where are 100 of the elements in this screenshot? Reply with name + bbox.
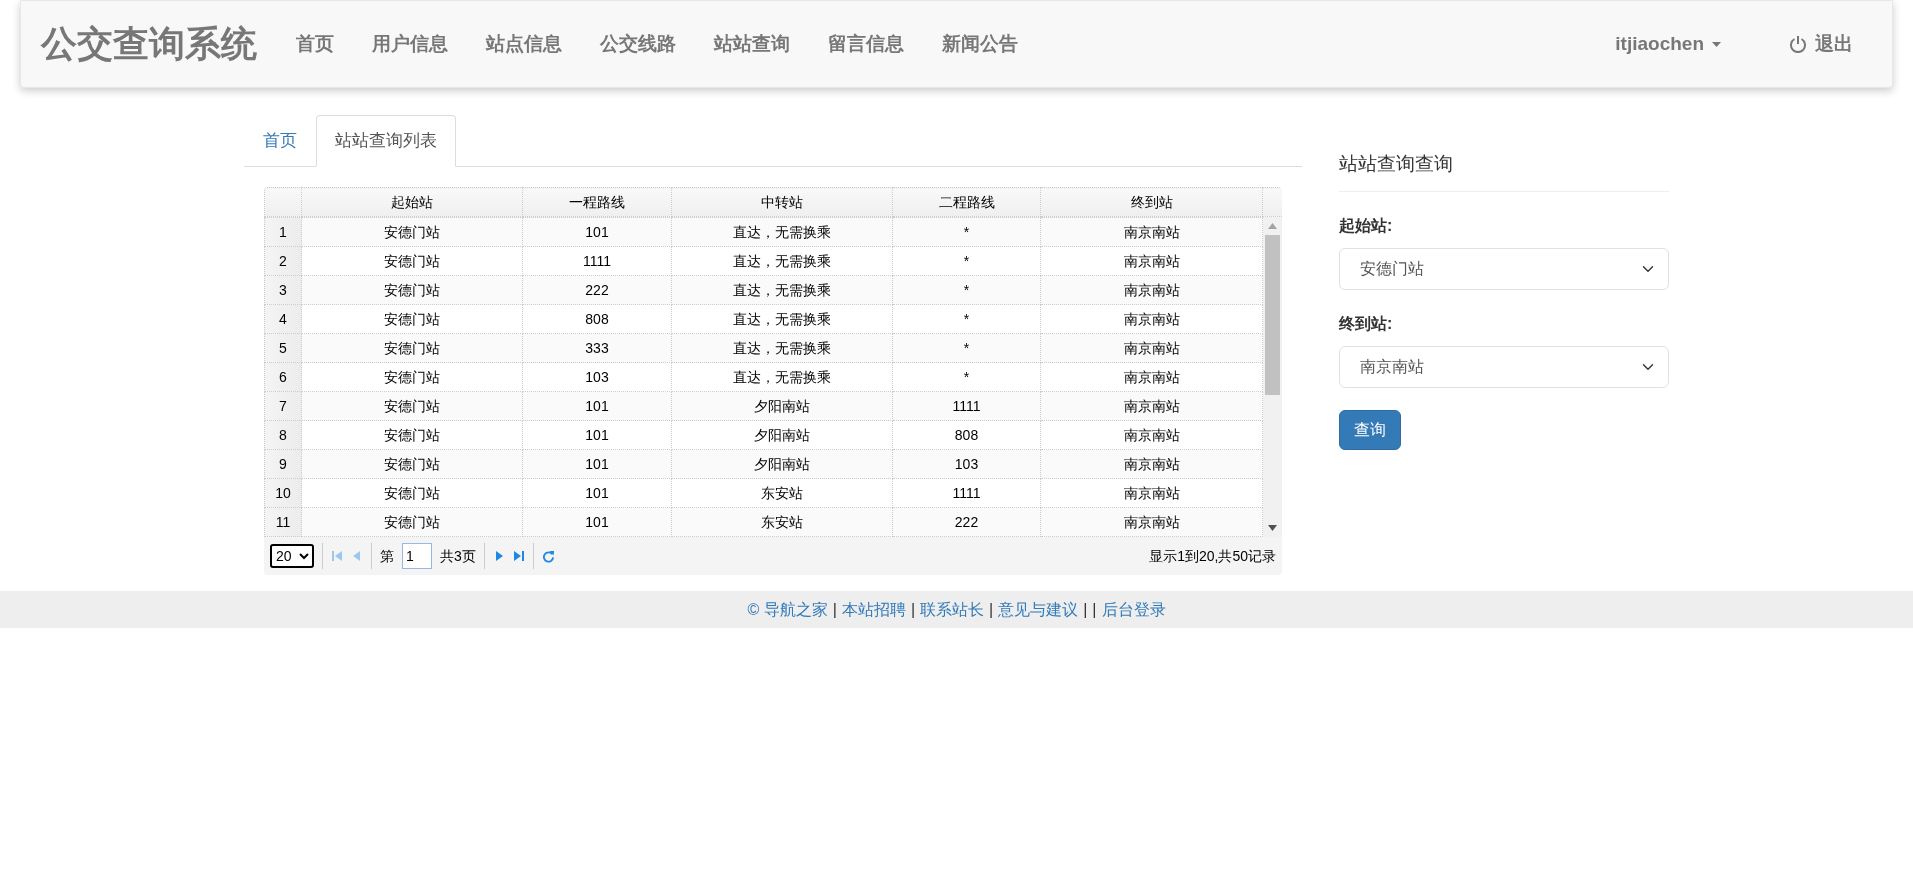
table-cell: 南京南站 — [1040, 304, 1263, 334]
nav-link[interactable]: 公交线路 — [581, 21, 695, 67]
column-header[interactable]: 二程路线 — [892, 187, 1041, 217]
table-cell: 东安站 — [671, 478, 893, 508]
table-cell: 南京南站 — [1040, 478, 1263, 508]
query-button[interactable]: 查询 — [1339, 409, 1401, 450]
nav-link[interactable]: 留言信息 — [809, 21, 923, 67]
table-cell: 南京南站 — [1040, 507, 1263, 537]
table-cell: 南京南站 — [1040, 246, 1263, 276]
footer-link[interactable]: © 导航之家 — [747, 597, 828, 622]
footer-link[interactable]: 意见与建议 — [998, 597, 1079, 622]
table-cell: * — [892, 246, 1041, 276]
table-cell: 安德门站 — [301, 420, 523, 450]
table-cell: 安德门站 — [301, 478, 523, 508]
table-cell: 103 — [892, 449, 1041, 479]
table-cell: 直达，无需换乘 — [671, 304, 893, 334]
table-cell: 101 — [522, 449, 672, 479]
page-label: 第 — [380, 546, 394, 566]
table-cell: * — [892, 333, 1041, 363]
tab[interactable]: 首页 — [244, 115, 316, 167]
table-cell: 808 — [892, 420, 1041, 450]
table-cell: 夕阳南站 — [671, 449, 893, 479]
table-cell: 南京南站 — [1040, 449, 1263, 479]
table-cell: 直达，无需换乘 — [671, 246, 893, 276]
table-cell: 安德门站 — [301, 304, 523, 334]
user-menu[interactable]: itjiaochen — [1596, 21, 1740, 67]
table-cell: 夕阳南站 — [671, 391, 893, 421]
row-number: 6 — [264, 362, 302, 392]
table-cell: 南京南站 — [1040, 362, 1263, 392]
logout-link[interactable]: 退出 — [1770, 21, 1872, 67]
table-cell: 333 — [522, 333, 672, 363]
row-number: 3 — [264, 275, 302, 305]
separator-text: | — [989, 599, 994, 620]
table-cell: 103 — [522, 362, 672, 392]
table-cell: * — [892, 304, 1041, 334]
table-cell: 222 — [892, 507, 1041, 537]
nav-link[interactable]: 首页 — [277, 21, 353, 67]
table-cell: 安德门站 — [301, 217, 523, 247]
column-header[interactable]: 中转站 — [671, 187, 893, 217]
nav-link[interactable]: 站点信息 — [467, 21, 581, 67]
table-cell: * — [892, 217, 1041, 247]
table-cell: 安德门站 — [301, 449, 523, 479]
separator-text: | — [832, 599, 837, 620]
table-cell: 直达，无需换乘 — [671, 217, 893, 247]
table-cell: 101 — [522, 391, 672, 421]
row-number: 10 — [264, 478, 302, 508]
table-cell: 808 — [522, 304, 672, 334]
table-cell: 直达，无需换乘 — [671, 362, 893, 392]
column-header[interactable]: 一程路线 — [522, 187, 672, 217]
row-number: 11 — [264, 507, 302, 537]
station-select[interactable]: 南京南站 — [1339, 345, 1669, 388]
table-cell: 101 — [522, 478, 672, 508]
table-cell: * — [892, 362, 1041, 392]
table-cell: 夕阳南站 — [671, 420, 893, 450]
table-cell: 1111 — [522, 246, 672, 276]
field-label: 终到站: — [1339, 313, 1394, 334]
row-number: 4 — [264, 304, 302, 334]
table-cell: 101 — [522, 507, 672, 537]
site-title[interactable]: 公交查询系统 — [41, 17, 257, 71]
record-summary: 显示1到20,共50记录 — [1149, 546, 1276, 566]
table-cell: 南京南站 — [1040, 217, 1263, 247]
row-number: 8 — [264, 420, 302, 450]
table-cell: 安德门站 — [301, 507, 523, 537]
total-pages: 共3页 — [440, 546, 476, 566]
panel-title: 站站查询查询 — [1339, 150, 1669, 192]
separator-text: | — [1092, 599, 1097, 620]
page-size-select[interactable]: 20 — [270, 544, 314, 568]
page-input[interactable]: 1 — [402, 543, 432, 569]
row-number: 5 — [264, 333, 302, 363]
column-header[interactable]: 起始站 — [301, 187, 523, 217]
table-cell: 南京南站 — [1040, 333, 1263, 363]
table-cell: 1111 — [892, 391, 1041, 421]
nav-link[interactable]: 站站查询 — [695, 21, 809, 67]
row-number: 2 — [264, 246, 302, 276]
separator-text: | — [910, 599, 916, 620]
row-number: 9 — [264, 449, 302, 479]
table-cell: 安德门站 — [301, 333, 523, 363]
table-cell: 南京南站 — [1040, 391, 1263, 421]
table-cell: 1111 — [892, 478, 1041, 508]
table-cell: 安德门站 — [301, 246, 523, 276]
table-cell: 东安站 — [671, 507, 893, 537]
table-cell: 101 — [522, 217, 672, 247]
row-number: 7 — [264, 391, 302, 421]
station-select[interactable]: 安德门站 — [1339, 247, 1669, 290]
column-header[interactable]: 终到站 — [1040, 187, 1263, 217]
row-number: 1 — [264, 217, 302, 247]
footer-link[interactable]: 后台登录 — [1101, 597, 1166, 622]
tab[interactable]: 站站查询列表 — [316, 115, 456, 167]
table-cell: 南京南站 — [1040, 275, 1263, 305]
footer-link[interactable]: 本站招聘 — [841, 597, 906, 622]
table-cell: 安德门站 — [301, 275, 523, 305]
table-cell: 222 — [522, 275, 672, 305]
nav-link[interactable]: 用户信息 — [353, 21, 467, 67]
table-cell: 安德门站 — [301, 362, 523, 392]
table-cell: 101 — [522, 420, 672, 450]
footer-link[interactable]: 联系站长 — [920, 597, 985, 622]
separator-text: | — [1083, 599, 1088, 620]
table-cell: 南京南站 — [1040, 420, 1263, 450]
table-cell: 安德门站 — [301, 391, 523, 421]
nav-link[interactable]: 新闻公告 — [923, 21, 1037, 67]
